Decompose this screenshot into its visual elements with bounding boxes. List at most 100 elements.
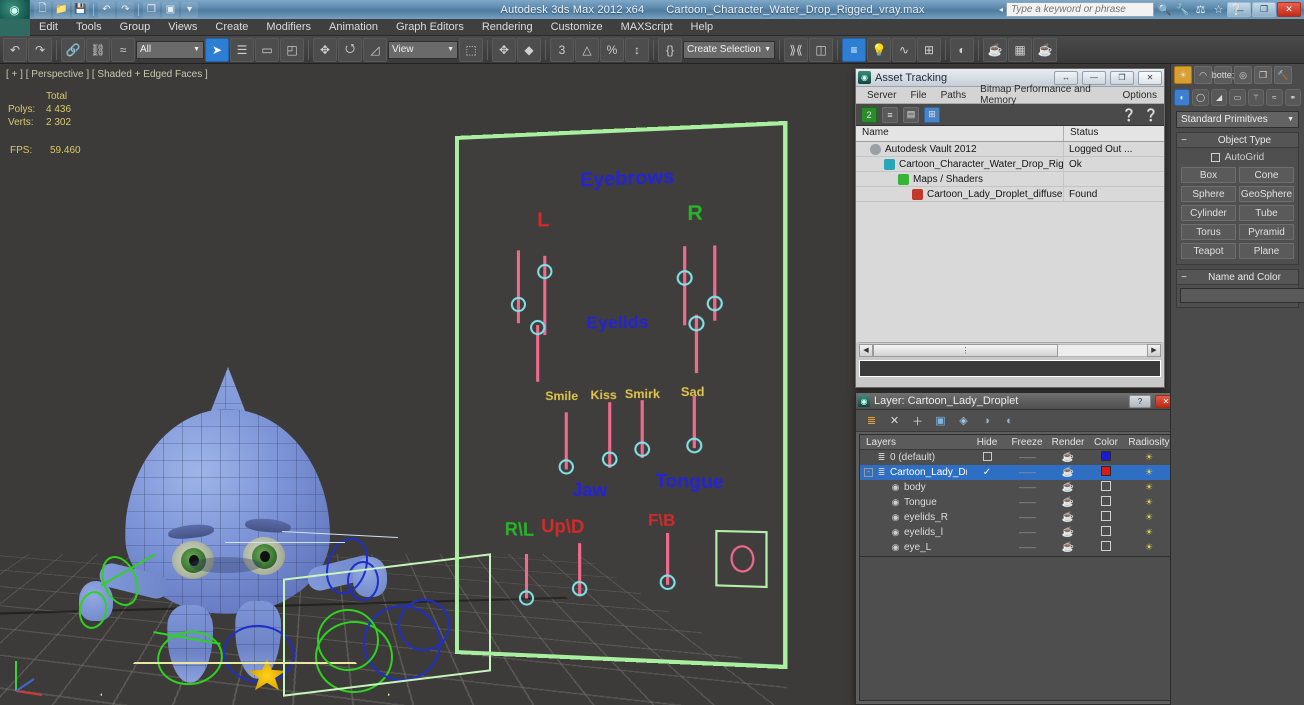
teapot-icon[interactable]: ☕ [1062,512,1074,523]
layer-row[interactable]: ◉ Tongue —— ☕ ☀ [860,495,1175,510]
slider-knob-eyelid-l[interactable] [530,319,546,336]
primitive-category-dropdown[interactable]: Standard Primitives ▼ [1176,111,1299,128]
new-layer-icon[interactable]: ≣ [864,413,879,428]
box-button[interactable]: Box [1181,167,1236,183]
save-file-icon[interactable]: 💾 [72,1,89,18]
menu-modifiers[interactable]: Modifiers [257,19,320,36]
column-header-render[interactable]: Render [1047,435,1089,449]
rig-selection-ring[interactable] [730,544,755,573]
column-header-status[interactable]: Status [1064,126,1164,141]
pyramid-button[interactable]: Pyramid [1239,224,1294,240]
snap-toggle-icon[interactable]: 3 [550,37,574,62]
teapot-icon[interactable]: ☕ [1062,482,1074,493]
plane-button[interactable]: Plane [1239,243,1294,259]
cone-button[interactable]: Cone [1239,167,1294,183]
hierarchy-tab[interactable]: botte; [1212,66,1234,84]
slider-knob-eyebrow-l2[interactable] [537,263,553,280]
collapse-icon[interactable]: − [1177,135,1191,146]
slider-knob-kiss[interactable] [601,451,618,468]
torus-button[interactable]: Torus [1181,224,1236,240]
slider-knob-smirk[interactable] [634,441,651,458]
chevron-left-icon[interactable]: ◂ [999,5,1003,14]
chevron-down-icon[interactable]: ▾ [181,1,198,18]
slider-knob-eyebrow-l1[interactable] [510,296,527,313]
slider-knob-sad[interactable] [686,437,703,454]
use-pivot-point-center-icon[interactable]: ⬚ [459,37,483,62]
layer-name-cell[interactable]: ◉ eye_L [860,542,967,553]
open-file-icon[interactable]: 📁 [53,1,70,18]
radiosity-icon[interactable]: ☀ [1145,542,1153,552]
menu-help[interactable]: Help [682,19,723,36]
layer-color-swatch[interactable] [1101,451,1111,461]
align-icon[interactable]: ◫ [809,37,833,62]
freeze-dash-icon[interactable]: —— [1019,482,1036,492]
mirror-icon[interactable]: ⟫⟪ [784,37,808,62]
freeze-unfreeze-icon[interactable]: ◐ [1002,413,1017,428]
selection-filter-dropdown[interactable]: All ▼ [136,40,204,59]
radiosity-cell[interactable]: ☀ [1123,497,1175,508]
facial-rig-control-plane[interactable]: Eyebrows L R Eyelids Smile Kiss Smirk Sa… [455,120,788,670]
color-cell[interactable] [1089,451,1123,464]
hide-check-icon[interactable]: ✓ [983,467,991,478]
render-cell[interactable]: ☕ [1047,527,1089,538]
slider-knob-smile[interactable] [558,459,574,475]
modify-tab[interactable]: ◠ [1194,66,1212,84]
select-and-rotate-icon[interactable]: ⭯ [338,37,362,62]
angle-snap-toggle-icon[interactable]: △ [575,37,599,62]
layer-row[interactable]: ≣ 0 (default) —— ☕ ☀ [860,450,1175,465]
unlink-selection-icon[interactable]: ⛓ [86,37,110,62]
autogrid-checkbox[interactable] [1210,153,1220,162]
name-and-color-rollout-header[interactable]: − Name and Color [1177,270,1298,285]
freeze-dash-icon[interactable]: —— [1019,542,1036,552]
render-frame-window-icon[interactable]: ▦ [1008,37,1032,62]
close-button[interactable]: ✕ [1277,2,1301,17]
asset-menu-options[interactable]: Options [1116,90,1164,101]
restore-button[interactable]: ❐ [1252,2,1276,17]
render-cell[interactable]: ☕ [1047,452,1089,463]
tube-button[interactable]: Tube [1239,205,1294,221]
table-row[interactable]: Cartoon_Lady_Droplet_diffuse.png Found [856,187,1164,202]
layer-color-swatch[interactable] [1101,511,1111,521]
binoculars-icon[interactable]: 🔍 [1157,2,1172,17]
radiosity-icon[interactable]: ☀ [1145,452,1153,462]
minimize-button[interactable]: — [1082,70,1106,85]
layer-color-swatch[interactable] [1101,496,1111,506]
create-tab[interactable]: ☀ [1174,66,1192,84]
bind-to-space-warp-icon[interactable]: ≈ [111,37,135,62]
radiosity-icon[interactable]: ☀ [1145,527,1153,537]
highlight-selected-objects-icon[interactable]: ◈ [956,413,971,428]
light-lister-icon[interactable]: 💡 [867,37,891,62]
render-cell[interactable]: ☕ [1047,542,1089,553]
lights-subtab[interactable]: ◢ [1210,88,1228,106]
geometry-subtab[interactable]: ◐ [1174,88,1191,106]
layer-row[interactable]: ◉ eyelids_R —— ☕ ☀ [860,510,1175,525]
freeze-cell[interactable]: —— [1007,542,1047,553]
asset-horizontal-scrollbar[interactable]: ◀ ⋮ ▶ [859,342,1161,357]
hide-cell[interactable] [967,451,1007,464]
window-crossing-icon[interactable]: ◰ [280,37,304,62]
undo-icon[interactable]: ↶ [98,1,115,18]
duplicate-icon[interactable]: ❐ [143,1,160,18]
edit-named-selection-sets-icon[interactable]: {} [658,37,682,62]
new-file-icon[interactable]: 🗋 [34,1,51,18]
menu-graph-editors[interactable]: Graph Editors [387,19,473,36]
helpers-subtab[interactable]: ⚚ [1247,88,1265,106]
keyboard-shortcut-override-icon[interactable]: ◆ [517,37,541,62]
systems-subtab[interactable]: ⚭ [1284,88,1301,106]
thumbnail-view-icon[interactable]: ▤ [903,106,919,123]
hide-unhide-icon[interactable]: ◑ [979,413,994,428]
select-and-move-icon[interactable]: ✥ [313,37,337,62]
asset-menu-file[interactable]: File [903,90,933,101]
select-by-name-icon[interactable]: ☰ [230,37,254,62]
layer-manager-icon[interactable]: ≡ [842,37,866,62]
delete-layer-icon[interactable]: ✕ [887,413,902,428]
object-type-rollout-header[interactable]: − Object Type [1177,133,1298,148]
render-cell[interactable]: ☕ [1047,482,1089,493]
rectangular-selection-region-icon[interactable]: ▭ [255,37,279,62]
menu-rendering[interactable]: Rendering [473,19,542,36]
geosphere-button[interactable]: GeoSphere [1239,186,1294,202]
table-row[interactable]: Maps / Shaders [856,172,1164,187]
layer-color-swatch[interactable] [1101,466,1111,476]
asset-list-body[interactable]: Autodesk Vault 2012 Logged Out ... Carto… [856,142,1164,342]
search-input[interactable] [1006,2,1154,17]
